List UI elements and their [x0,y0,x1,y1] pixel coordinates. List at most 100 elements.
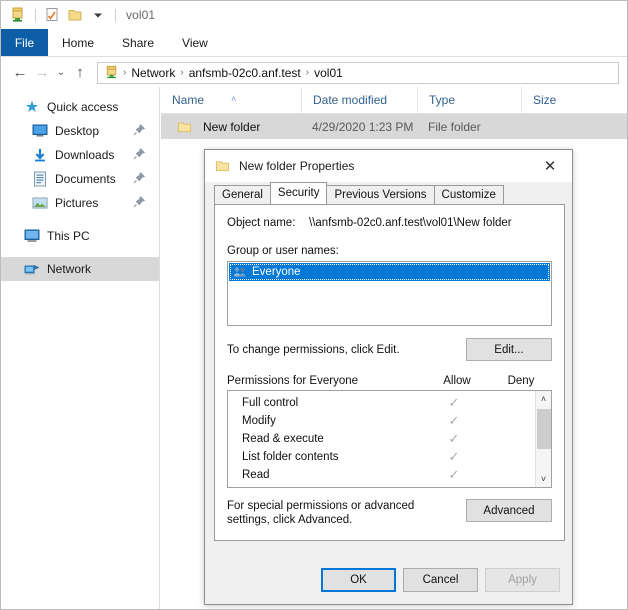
group-or-user-names-list[interactable]: Everyone [227,261,552,326]
folder-icon [215,159,230,173]
permissions-scrollbar[interactable]: ˄ ˅ [535,391,551,487]
allow-checkbox[interactable]: ✓ [421,431,487,447]
allow-checkbox[interactable]: ✓ [421,395,487,411]
dialog-tab-strip: General Security Previous Versions Custo… [214,182,572,204]
allow-checkbox[interactable]: ✓ [421,467,487,483]
scrollbar-thumb[interactable] [536,409,551,449]
network-folder-icon[interactable] [8,5,28,25]
change-permissions-hint: To change permissions, click Edit. [227,343,400,356]
sidebar-label: Desktop [55,124,100,138]
sidebar-item-this-pc[interactable]: This PC [1,224,159,248]
pin-icon[interactable] [133,148,145,160]
back-button[interactable]: ← [9,62,31,84]
permission-row[interactable]: Read & execute ✓ [228,430,535,448]
breadcrumb-network[interactable]: Network [128,66,178,80]
tab-share[interactable]: Share [108,29,168,56]
permissions-list[interactable]: Full control ✓ Modify ✓ Read & execute ✓ [227,390,552,488]
toolbar-separator-1 [35,8,36,22]
object-name-value: \\anfsmb-02c0.anf.test\vol01\New folder [309,217,512,229]
sidebar-item-quick-access[interactable]: Quick access [1,95,159,119]
recent-locations-icon[interactable]: ⌄ [53,62,69,84]
allow-checkbox[interactable]: ✓ [421,413,487,429]
sidebar-item-downloads[interactable]: Downloads [1,143,159,167]
pin-icon[interactable] [133,124,145,136]
ok-button[interactable]: OK [321,568,396,592]
tab-previous-versions[interactable]: Previous Versions [326,185,435,204]
permission-row[interactable]: Modify ✓ [228,412,535,430]
column-label: Date modified [313,92,388,107]
tab-security[interactable]: Security [269,182,328,204]
new-folder-icon[interactable] [65,5,85,25]
window-title: vol01 [126,8,156,22]
column-header-name[interactable]: ˄ Name [161,87,301,114]
sidebar-item-documents[interactable]: Documents [1,167,159,191]
breadcrumb-sep-2: › [305,67,310,78]
title-bar: vol01 [1,1,627,29]
apply-button[interactable]: Apply [485,568,560,592]
properties-icon[interactable] [42,5,62,25]
allow-checkbox[interactable]: ✓ [421,449,487,465]
network-icon [23,261,41,277]
address-bar[interactable]: › Network › anfsmb-02c0.anf.test › vol01 [97,61,619,84]
permission-name: Read [242,469,270,481]
navigation-pane: Quick access Desktop Downloads Documents… [1,87,160,609]
sidebar-gap-2 [1,248,159,257]
list-item[interactable]: Everyone [229,263,550,281]
column-label: Size [533,92,557,107]
toolbar-separator-2 [115,8,116,22]
sidebar-label: Pictures [55,196,99,210]
scroll-down-icon[interactable]: ˅ [536,471,552,487]
advanced-button[interactable]: Advanced [466,499,552,522]
breadcrumb-sep-1: › [180,67,184,78]
cancel-button[interactable]: Cancel [403,568,478,592]
permission-row[interactable]: List folder contents ✓ [228,448,535,466]
column-header-type[interactable]: Type [417,86,521,114]
advanced-hint: For special permissions or advanced sett… [227,500,415,526]
documents-icon [31,171,49,187]
address-bar-icon [102,65,121,80]
pictures-icon [31,195,49,211]
allow-column-header: Allow [443,375,471,387]
breadcrumb-server[interactable]: anfsmb-02c0.anf.test [186,66,304,80]
tab-file[interactable]: File [1,29,48,56]
pin-icon[interactable] [133,196,145,208]
column-label: Type [429,92,456,107]
dialog-button-row: OK Cancel Apply [205,556,572,604]
sidebar-item-network[interactable]: Network [1,257,159,281]
permissions-rows: Full control ✓ Modify ✓ Read & execute ✓ [228,391,535,487]
tab-general[interactable]: General [214,185,271,204]
close-icon[interactable]: ✕ [528,150,572,182]
customize-dropdown-icon[interactable] [88,5,108,25]
sidebar-item-pictures[interactable]: Pictures [1,191,159,215]
column-header-date-modified[interactable]: Date modified [301,86,417,114]
file-name-cell[interactable]: New folder [161,120,301,134]
up-button[interactable]: ↑ [69,62,91,84]
pin-icon[interactable] [133,172,145,184]
scroll-up-icon[interactable]: ˄ [536,391,552,407]
sidebar-label: This PC [47,229,90,243]
scrollbar-track[interactable] [536,407,552,471]
sidebar-item-desktop[interactable]: Desktop [1,119,159,143]
object-name-label: Object name: [227,217,296,229]
dialog-title: New folder Properties [239,159,355,173]
downloads-icon [31,147,49,163]
file-type: File folder [428,119,481,134]
change-permissions-row: To change permissions, click Edit. Edit.… [227,338,552,361]
tab-customize[interactable]: Customize [433,185,504,204]
tab-view[interactable]: View [168,29,222,56]
breadcrumb-vol01[interactable]: vol01 [311,66,346,80]
table-row[interactable]: New folder 4/29/2020 1:23 PM File folder [161,114,627,139]
sidebar-label: Quick access [47,100,119,114]
forward-button[interactable]: → [31,62,53,84]
column-header-size[interactable]: Size [521,86,617,114]
permission-row[interactable]: Read ✓ [228,466,535,484]
edit-button[interactable]: Edit... [466,338,552,361]
permission-row[interactable]: Full control ✓ [228,394,535,412]
folder-icon [177,120,192,134]
ribbon-tabs: File Home Share View [1,29,627,57]
sidebar-gap-1 [1,215,159,224]
permission-name: Read & execute [242,433,324,445]
advanced-row: For special permissions or advanced sett… [227,499,552,527]
tab-home[interactable]: Home [48,29,108,56]
dialog-title-bar[interactable]: New folder Properties ✕ [205,150,572,182]
